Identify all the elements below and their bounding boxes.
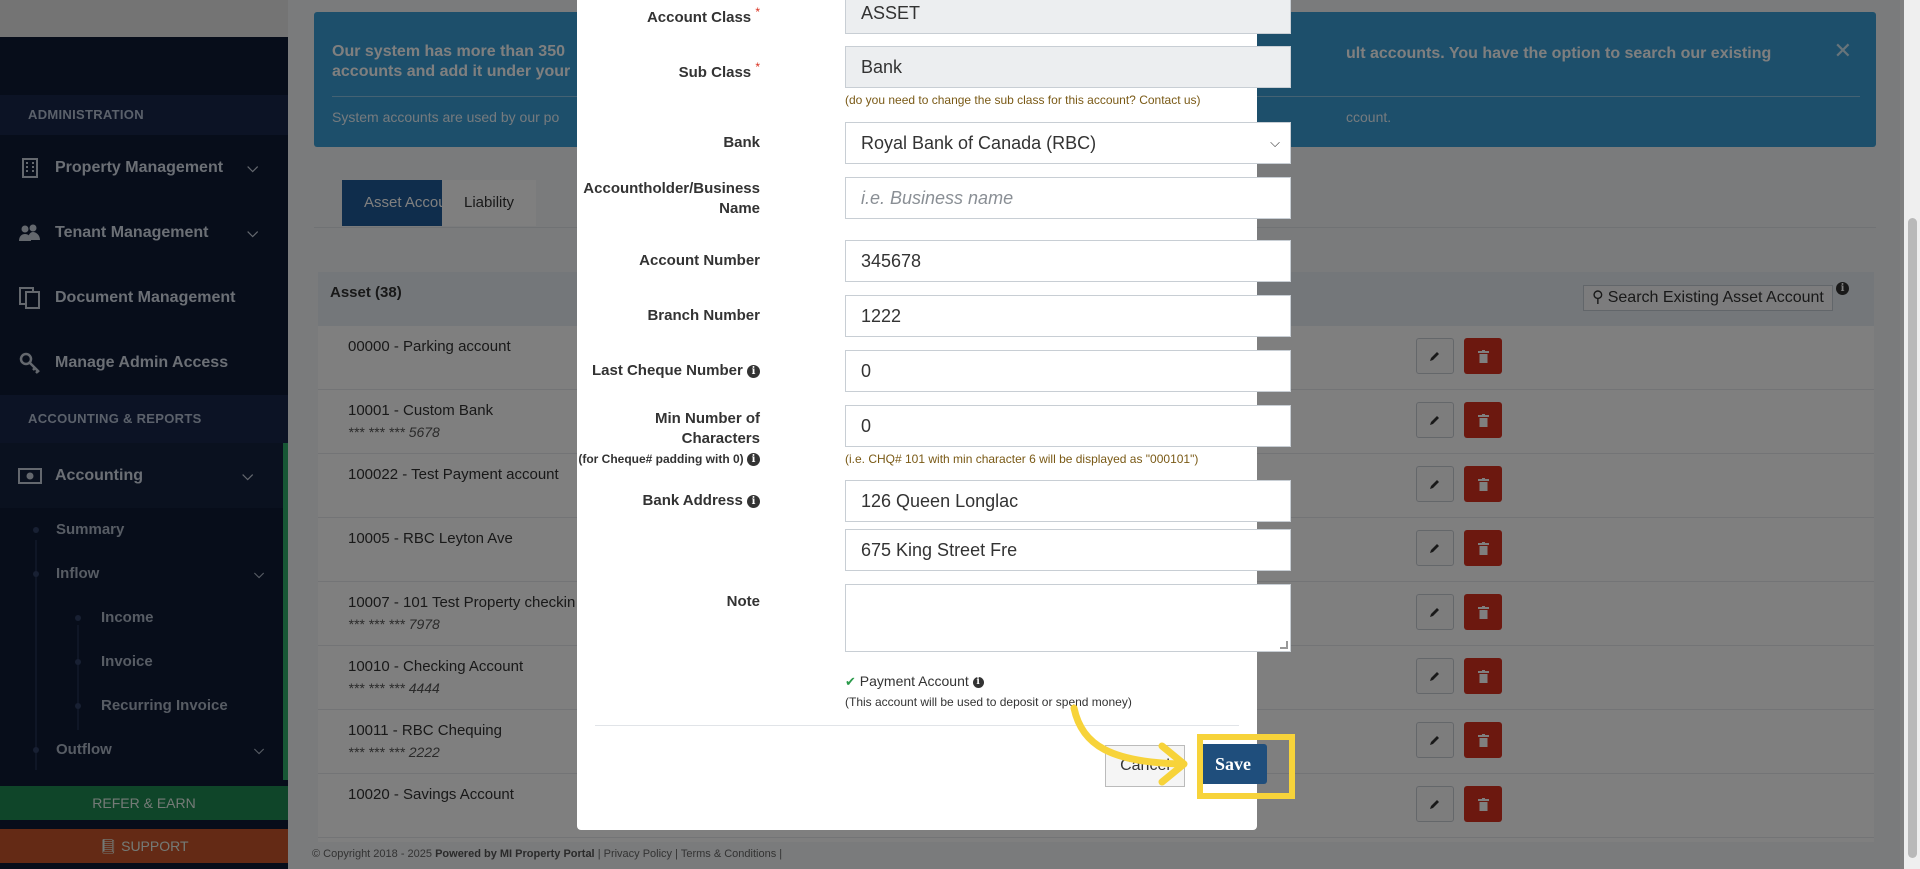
info-icon[interactable]: i — [747, 364, 760, 378]
account-class-input[interactable]: ASSET — [845, 0, 1291, 34]
field-label: Accountholder/Business Name — [583, 179, 760, 219]
label-text: Bank Address — [642, 492, 743, 509]
payment-label: Payment Account — [859, 673, 969, 689]
info-icon[interactable]: i — [747, 453, 760, 467]
check-circle-icon: ✔ — [845, 674, 856, 689]
field-label: Min Number of Characters (for Cheque# pa… — [577, 409, 760, 469]
info-icon[interactable]: i — [747, 494, 760, 508]
sub-class-help[interactable]: (do you need to change the sub class for… — [845, 93, 1201, 107]
select-value: Royal Bank of Canada (RBC) — [861, 133, 1097, 153]
bank-select[interactable]: Royal Bank of Canada (RBC) ⌵ — [845, 122, 1291, 164]
min-chars-help: (i.e. CHQ# 101 with min character 6 will… — [845, 452, 1199, 466]
sub-class-input[interactable]: Bank — [845, 46, 1291, 88]
field-label: Sub Class * — [679, 57, 760, 83]
label-subtext: (for Cheque# padding with 0) — [578, 452, 744, 466]
branch-number-input[interactable]: 1222 — [845, 295, 1291, 337]
payment-account-checkbox[interactable]: ✔ Payment Account i — [845, 673, 984, 690]
note-textarea[interactable] — [845, 584, 1291, 652]
field-label: Bank Address i — [643, 491, 760, 511]
field-label: Account Number — [639, 252, 760, 269]
label-text: Last Cheque Number — [591, 362, 743, 379]
required-mark: * — [755, 60, 760, 74]
field-label: Last Cheque Number i — [592, 361, 760, 381]
label-line: (for Cheque# padding with 0) i — [577, 449, 760, 469]
label-text: Sub Class — [678, 64, 752, 81]
bank-address-line1-input[interactable]: 126 Queen Longlac — [845, 480, 1291, 522]
page-scrollbar[interactable] — [1904, 0, 1920, 869]
required-mark: * — [755, 5, 760, 19]
field-label: Account Class * — [647, 2, 760, 28]
label-line: Accountholder/Business — [583, 180, 760, 197]
save-highlight-box — [1197, 734, 1295, 799]
scrollbar-thumb[interactable] — [1908, 218, 1917, 858]
chevron-down-icon: ⌵ — [1270, 135, 1280, 150]
accountholder-input[interactable]: i.e. Business name — [845, 177, 1291, 219]
label-line: Name — [719, 200, 760, 217]
field-label: Note — [726, 593, 760, 610]
min-chars-input[interactable]: 0 — [845, 405, 1291, 447]
field-label: Branch Number — [647, 307, 760, 324]
bank-address-line2-input[interactable]: 675 King Street Fre — [845, 529, 1291, 571]
last-cheque-input[interactable]: 0 — [845, 350, 1291, 392]
resize-handle[interactable] — [1280, 641, 1288, 649]
info-icon[interactable]: i — [972, 676, 984, 688]
field-label: Bank — [723, 134, 760, 151]
label-text: Account Class — [646, 9, 752, 26]
account-number-input[interactable]: 345678 — [845, 240, 1291, 282]
pointer-arrow-icon — [1070, 704, 1188, 786]
label-line: Min Number of Characters — [655, 410, 760, 447]
